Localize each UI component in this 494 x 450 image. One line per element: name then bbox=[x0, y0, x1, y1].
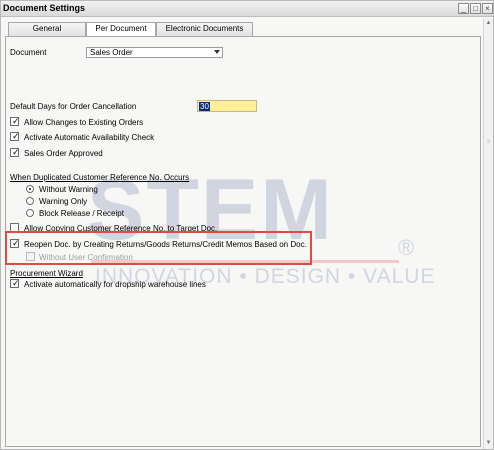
availability-check-label: Activate Automatic Availability Check bbox=[24, 133, 155, 142]
minimize-button[interactable]: _ bbox=[458, 3, 469, 14]
document-select[interactable]: Sales Order bbox=[86, 47, 223, 58]
block-release-label: Block Release / Receipt bbox=[39, 209, 124, 218]
close-button[interactable]: × bbox=[482, 3, 493, 14]
reopen-doc-checkbox[interactable]: ✓ bbox=[10, 238, 20, 248]
without-user-confirmation-checkbox[interactable] bbox=[26, 252, 35, 261]
tab-electronic-documents[interactable]: Electronic Documents bbox=[156, 22, 253, 36]
tab-general-label: General bbox=[32, 24, 62, 33]
vertical-scrollbar[interactable]: ▲ ≡ ▼ bbox=[483, 18, 493, 449]
check-icon: ✓ bbox=[12, 116, 20, 126]
without-warning-label: Without Warning bbox=[39, 185, 98, 194]
scroll-up-icon[interactable]: ▲ bbox=[484, 19, 493, 28]
title-bar: Document Settings _ □ × bbox=[1, 1, 493, 17]
dropship-label: Activate automatically for dropship ware… bbox=[24, 280, 206, 289]
document-settings-window: Document Settings _ □ × General Per Docu… bbox=[0, 0, 494, 450]
tab-general[interactable]: General bbox=[8, 22, 86, 36]
scroll-grip-icon[interactable]: ≡ bbox=[485, 139, 492, 150]
chevron-down-icon bbox=[214, 50, 220, 54]
warning-only-label: Warning Only bbox=[39, 197, 88, 206]
tab-per-document[interactable]: Per Document bbox=[86, 22, 156, 37]
block-release-radio[interactable] bbox=[26, 209, 34, 217]
cancellation-days-value: 30 bbox=[199, 102, 210, 111]
sales-order-approved-checkbox[interactable]: ✓ bbox=[10, 147, 20, 157]
check-icon: ✓ bbox=[12, 131, 20, 141]
maximize-button[interactable]: □ bbox=[470, 3, 481, 14]
check-icon: ✓ bbox=[12, 278, 20, 288]
warning-only-radio[interactable] bbox=[26, 197, 34, 205]
allow-changes-label: Allow Changes to Existing Orders bbox=[24, 118, 144, 127]
without-user-confirmation-label: Without User Confirmation bbox=[39, 253, 133, 262]
availability-check-checkbox[interactable]: ✓ bbox=[10, 131, 20, 141]
window-title: Document Settings bbox=[3, 3, 86, 13]
tab-per-document-label: Per Document bbox=[95, 24, 147, 33]
dropship-checkbox[interactable]: ✓ bbox=[10, 278, 20, 288]
allow-changes-checkbox[interactable]: ✓ bbox=[10, 116, 20, 126]
tab-electronic-documents-label: Electronic Documents bbox=[165, 24, 244, 33]
duplicate-ref-heading: When Duplicated Customer Reference No. O… bbox=[10, 173, 190, 182]
document-select-value: Sales Order bbox=[90, 48, 133, 57]
scroll-down-icon[interactable]: ▼ bbox=[484, 439, 493, 448]
check-icon: ✓ bbox=[12, 238, 20, 248]
check-icon: ✓ bbox=[12, 147, 20, 157]
without-warning-radio[interactable] bbox=[26, 185, 34, 193]
cancellation-days-label: Default Days for Order Cancellation bbox=[10, 102, 137, 111]
sales-order-approved-label: Sales Order Approved bbox=[24, 149, 103, 158]
cancellation-days-input[interactable]: 30 bbox=[197, 100, 257, 112]
radio-selected-dot bbox=[29, 188, 31, 190]
document-label: Document bbox=[10, 48, 47, 57]
reopen-doc-label: Reopen Doc. by Creating Returns/Goods Re… bbox=[24, 240, 307, 249]
procurement-wizard-heading: Procurement Wizard bbox=[10, 269, 83, 278]
